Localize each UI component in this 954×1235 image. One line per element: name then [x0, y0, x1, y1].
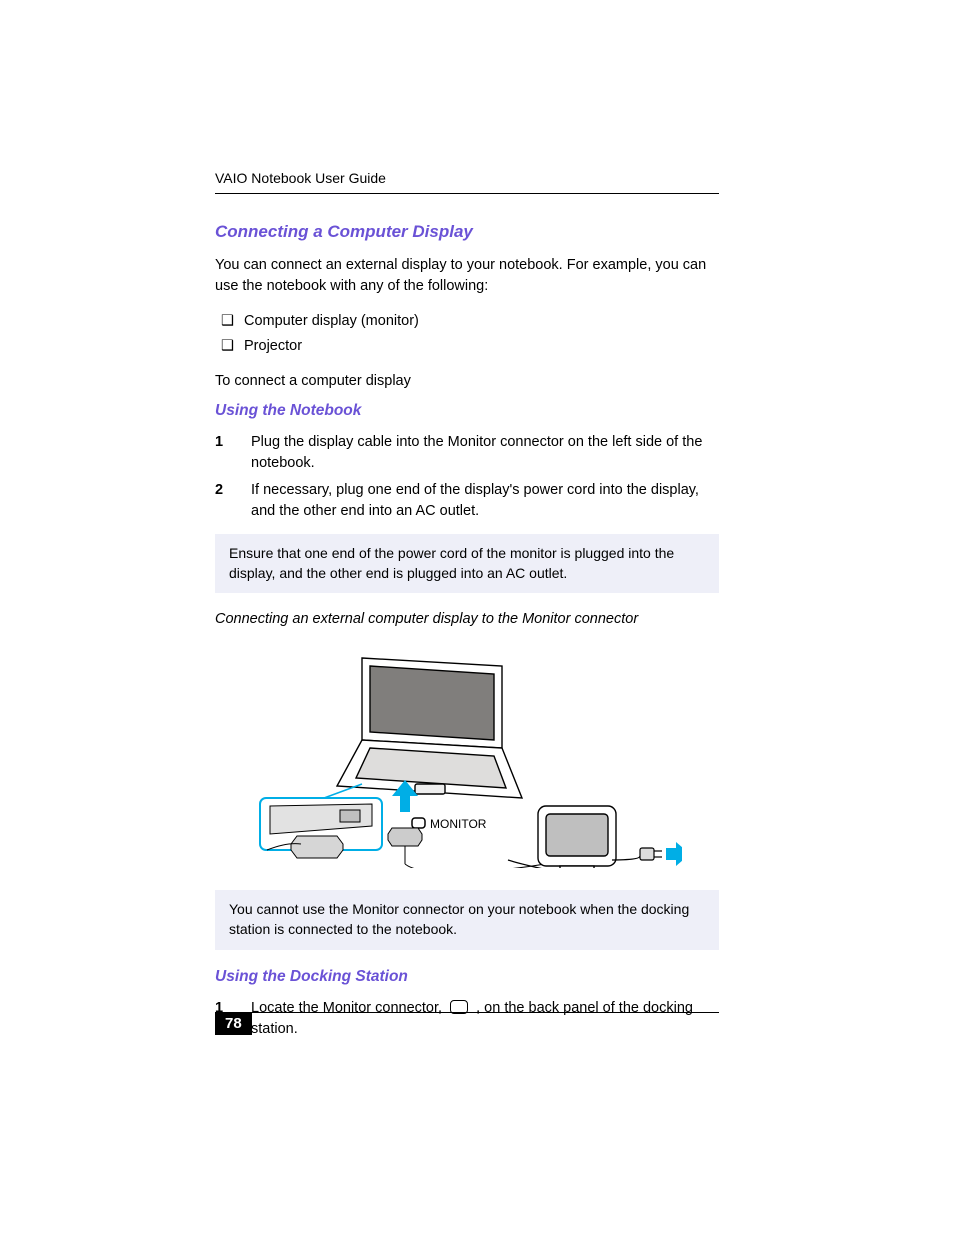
- bullet-row: ❑ Computer display (monitor): [221, 311, 719, 332]
- step-text: Plug the display cable into the Monitor …: [251, 432, 719, 474]
- intro-bullets: ❑ Computer display (monitor) ❑ Projector: [221, 311, 719, 357]
- subhead-using-docking: Using the Docking Station: [215, 966, 719, 988]
- running-header: VAIO Notebook User Guide: [215, 170, 719, 186]
- bullet-text: Projector: [244, 336, 302, 357]
- page-number: 78: [215, 1012, 252, 1035]
- bullet-text: Computer display (monitor): [244, 311, 419, 332]
- arrow-right-icon: [666, 842, 682, 866]
- vga-connector-icon: [388, 828, 545, 868]
- step-number: 1: [215, 432, 233, 474]
- header-rule: [215, 193, 719, 194]
- bullet-marker: ❑: [221, 336, 234, 357]
- intro-paragraph: You can connect an external display to y…: [215, 255, 719, 297]
- figure-svg: MONITOR: [252, 638, 682, 868]
- content-column: Connecting a Computer Display You can co…: [215, 220, 719, 1046]
- note-box-dock: You cannot use the Monitor connector on …: [215, 890, 719, 949]
- figure-connecting-display: MONITOR: [215, 638, 719, 878]
- figure-caption: Connecting an external computer display …: [215, 609, 719, 630]
- bullet-marker: ❑: [221, 311, 234, 332]
- step-row: 1 Plug the display cable into the Monito…: [215, 432, 719, 474]
- footer-rule: [252, 1012, 719, 1013]
- page: VAIO Notebook User Guide Connecting a Co…: [0, 0, 954, 1235]
- power-plug-icon: [640, 848, 662, 860]
- step-row: 2 If necessary, plug one end of the disp…: [215, 480, 719, 522]
- monitor-port-label: MONITOR: [412, 817, 487, 831]
- bullet-row: ❑ Projector: [221, 336, 719, 357]
- subhead-using-notebook: Using the Notebook: [215, 400, 719, 422]
- laptop-icon: [337, 658, 522, 798]
- section-title-connecting: Connecting a Computer Display: [215, 220, 719, 245]
- step-text: If necessary, plug one end of the displa…: [251, 480, 719, 522]
- crt-monitor-icon: [538, 806, 616, 868]
- note-box: Ensure that one end of the power cord of…: [215, 534, 719, 593]
- monitor-label-text: MONITOR: [430, 817, 487, 831]
- port-callout: [260, 784, 382, 858]
- footer: 78: [215, 1012, 719, 1035]
- to-connect-label: To connect a computer display: [215, 371, 719, 392]
- step-number: 2: [215, 480, 233, 522]
